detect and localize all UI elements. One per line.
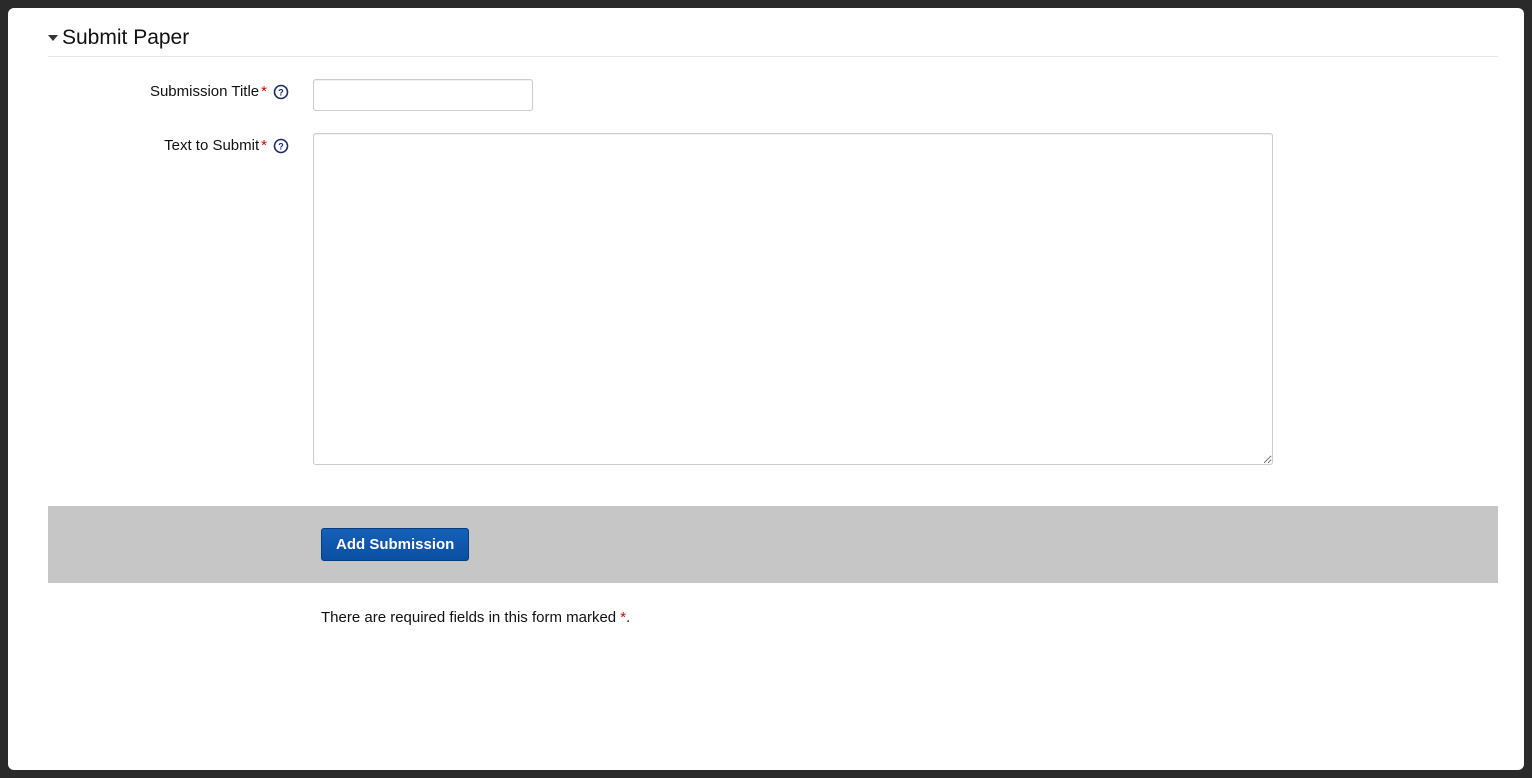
input-cell-text xyxy=(295,133,1498,470)
section-header[interactable]: Submit Paper xyxy=(48,26,1498,57)
note-prefix: There are required fields in this form m… xyxy=(321,609,620,626)
label-cell-title: Submission Title * ? xyxy=(40,79,295,100)
help-icon[interactable]: ? xyxy=(273,84,289,100)
submit-paper-modal: Submit Paper Submission Title * ? Text t… xyxy=(8,8,1524,770)
text-to-submit-textarea[interactable] xyxy=(313,133,1273,465)
form-row-title: Submission Title * ? xyxy=(40,79,1498,111)
submission-title-label: Submission Title xyxy=(150,83,259,100)
svg-text:?: ? xyxy=(278,141,284,151)
section-title: Submit Paper xyxy=(62,26,189,50)
collapse-caret-icon[interactable] xyxy=(48,33,58,43)
note-suffix: . xyxy=(626,609,630,626)
add-submission-button[interactable]: Add Submission xyxy=(321,528,469,561)
svg-text:?: ? xyxy=(278,87,284,97)
required-marker: * xyxy=(261,83,267,100)
help-icon[interactable]: ? xyxy=(273,138,289,154)
label-cell-text: Text to Submit * ? xyxy=(40,133,295,154)
modal-overlay: Submit Paper Submission Title * ? Text t… xyxy=(0,0,1532,778)
button-bar: Add Submission xyxy=(48,506,1498,583)
required-note: There are required fields in this form m… xyxy=(48,583,1498,626)
form-row-text: Text to Submit * ? xyxy=(40,133,1498,470)
input-cell-title xyxy=(295,79,1498,111)
text-to-submit-label: Text to Submit xyxy=(164,137,259,154)
required-marker: * xyxy=(261,137,267,154)
submission-title-input[interactable] xyxy=(313,79,533,111)
